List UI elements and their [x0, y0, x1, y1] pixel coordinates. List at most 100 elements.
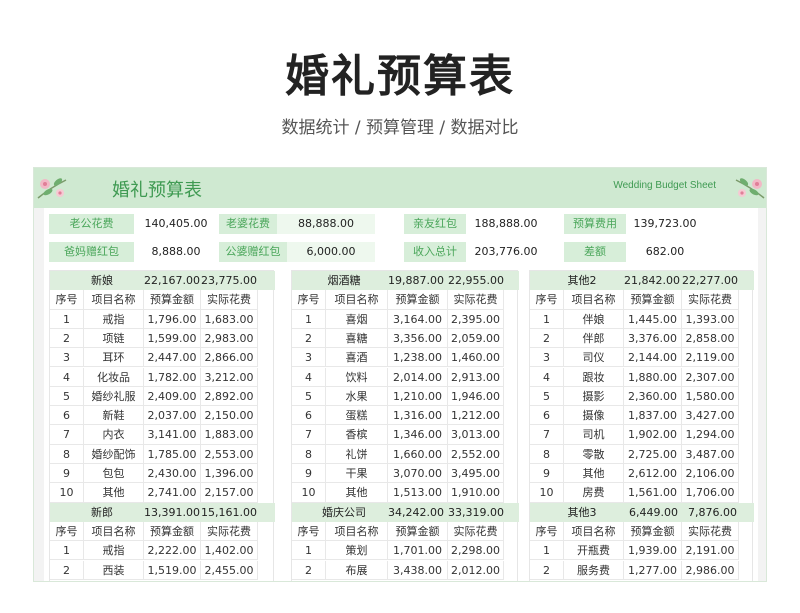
- actual-spend: 2,012.00: [448, 560, 504, 580]
- table-row: 1 戒指 1,796.00 1,683.00: [50, 309, 258, 329]
- summary-value: 140,405.00: [136, 214, 216, 234]
- table-row: 10 其他 2,741.00 2,157.00: [50, 483, 258, 503]
- row-index: 2: [530, 328, 564, 348]
- budget-amount: 2,741.00: [144, 483, 201, 503]
- budget-amount: 1,519.00: [144, 560, 201, 580]
- budget-sheet: 婚礼预算表 Wedding Budget Sheet 老公花费 140,405.…: [33, 167, 767, 582]
- column-header: 实际花费: [201, 521, 258, 541]
- actual-spend: 3,212.00: [201, 367, 258, 387]
- actual-spend: 1,580.00: [682, 386, 739, 406]
- table-row: 6 新鞋 2,037.00 2,150.00: [50, 406, 258, 426]
- item-name: 跟妆: [564, 367, 624, 387]
- budget-amount: 2,360.00: [624, 386, 682, 406]
- budget-amount: 2,725.00: [624, 444, 682, 464]
- row-index: 1: [292, 541, 326, 561]
- budget-amount: 1,837.00: [624, 406, 682, 426]
- item-name: 内衣: [84, 425, 144, 445]
- table-row: 1 喜烟 3,164.00 2,395.00: [292, 309, 504, 329]
- budget-amount: 3,070.00: [388, 464, 448, 483]
- budget-amount: 1,902.00: [624, 425, 682, 445]
- column-header-row: 序号 项目名称 预算金额 实际花费: [292, 521, 504, 542]
- item-name: 戒指: [84, 309, 144, 329]
- row-index: 1: [292, 309, 326, 329]
- column-header-row: 序号 项目名称 预算金额 实际花费: [50, 521, 258, 542]
- flower-decoration-icon: [37, 178, 67, 199]
- table-row: 2 伴郎 3,376.00 2,858.00: [530, 328, 739, 349]
- column-header-row: 序号 项目名称 预算金额 实际花费: [530, 521, 739, 542]
- item-name: 服务费: [564, 560, 624, 580]
- section-header: 婚庆公司 34,242.00 33,319.00: [292, 502, 519, 522]
- column-header: 实际花费: [682, 521, 739, 541]
- row-index: 8: [530, 444, 564, 464]
- summary-label: 公婆赠红包: [219, 242, 287, 262]
- summary-label: 预算费用: [564, 214, 626, 234]
- actual-spend: 3,427.00: [682, 406, 739, 426]
- table-row: 8 礼饼 1,660.00 2,552.00: [292, 444, 504, 464]
- table-row: 7 香槟 1,346.00 3,013.00: [292, 425, 504, 445]
- table-row: 1 开瓶费 1,939.00 2,191.00: [530, 541, 739, 561]
- section-header: 新郎 13,391.00 15,161.00: [50, 502, 275, 522]
- actual-spend: 3,013.00: [448, 425, 504, 445]
- budget-panel: 新娘 22,167.00 23,775.00 序号 项目名称 预算金额 实际花费 1 戒指 1,7…: [49, 270, 275, 581]
- actual-spend: 2,858.00: [682, 328, 739, 348]
- summary-value: 139,723.00: [633, 217, 697, 230]
- budget-amount: 3,438.00: [388, 560, 448, 580]
- actual-spend: 2,150.00: [201, 406, 258, 426]
- section-header: 新娘 22,167.00 23,775.00: [50, 271, 275, 290]
- table-row: 6 摄像 1,837.00 3,427.00: [530, 406, 739, 426]
- budget-amount: 1,238.00: [388, 348, 448, 368]
- budget-amount: 1,782.00: [144, 367, 201, 387]
- budget-amount: 1,561.00: [624, 483, 682, 503]
- column-header-row: 序号 项目名称 预算金额 实际花费: [50, 290, 258, 310]
- budget-amount: 3,356.00: [388, 328, 448, 348]
- table-row: 4 饮料 2,014.00 2,913.00: [292, 367, 504, 387]
- item-name: 西装: [84, 560, 144, 580]
- row-index: 5: [530, 386, 564, 406]
- sheet-subtitle-en: Wedding Budget Sheet: [613, 180, 716, 191]
- budget-amount: 3,164.00: [388, 309, 448, 329]
- table-row: 5 婚纱礼服 2,409.00 2,892.00: [50, 386, 258, 407]
- flower-decoration-icon: [735, 178, 765, 199]
- item-name: 喜烟: [326, 309, 388, 329]
- budget-amount: 2,144.00: [624, 348, 682, 368]
- row-index: 10: [292, 483, 326, 503]
- section-name: 新娘: [91, 274, 113, 287]
- row-index: 3: [292, 348, 326, 368]
- item-name: 婚纱礼服: [84, 386, 144, 406]
- table-row: 1 策划 1,701.00 2,298.00: [292, 541, 504, 561]
- actual-spend: 1,294.00: [682, 425, 739, 445]
- column-header: 项目名称: [326, 290, 388, 310]
- actual-spend: 2,157.00: [201, 483, 258, 503]
- budget-amount: 1,785.00: [144, 444, 201, 464]
- column-header: 实际花费: [682, 290, 739, 310]
- section-budget-total: 19,887.00: [388, 274, 444, 287]
- row-index: 4: [50, 367, 84, 387]
- actual-spend: 2,553.00: [201, 444, 258, 464]
- actual-spend: 1,393.00: [682, 309, 739, 329]
- summary-value: 6,000.00: [287, 242, 375, 262]
- column-header: 项目名称: [84, 290, 144, 310]
- item-name: 策划: [326, 541, 388, 561]
- section-name: 烟酒糖: [327, 274, 361, 287]
- table-row: 2 服务费 1,277.00 2,986.00: [530, 560, 739, 580]
- item-name: 伴娘: [564, 309, 624, 329]
- row-index: 7: [292, 425, 326, 445]
- actual-spend: 1,946.00: [448, 386, 504, 406]
- summary-value: 188,888.00: [474, 217, 538, 230]
- row-index: 7: [530, 425, 564, 445]
- budget-amount: 1,599.00: [144, 328, 201, 348]
- row-index: 1: [50, 541, 84, 561]
- table-row: 7 内衣 3,141.00 1,883.00: [50, 425, 258, 445]
- item-name: 新鞋: [84, 406, 144, 426]
- section-name: 其他3: [567, 505, 597, 519]
- budget-amount: 1,660.00: [388, 444, 448, 464]
- actual-spend: 1,460.00: [448, 348, 504, 368]
- summary-label: 老公花费: [49, 214, 134, 234]
- table-row: 1 戒指 2,222.00 1,402.00: [50, 541, 258, 561]
- row-index: 3: [50, 348, 84, 368]
- budget-amount: 1,796.00: [144, 309, 201, 329]
- item-name: 司机: [564, 425, 624, 445]
- column-header: 序号: [292, 290, 326, 310]
- actual-spend: 2,455.00: [201, 560, 258, 580]
- actual-spend: 2,059.00: [448, 328, 504, 348]
